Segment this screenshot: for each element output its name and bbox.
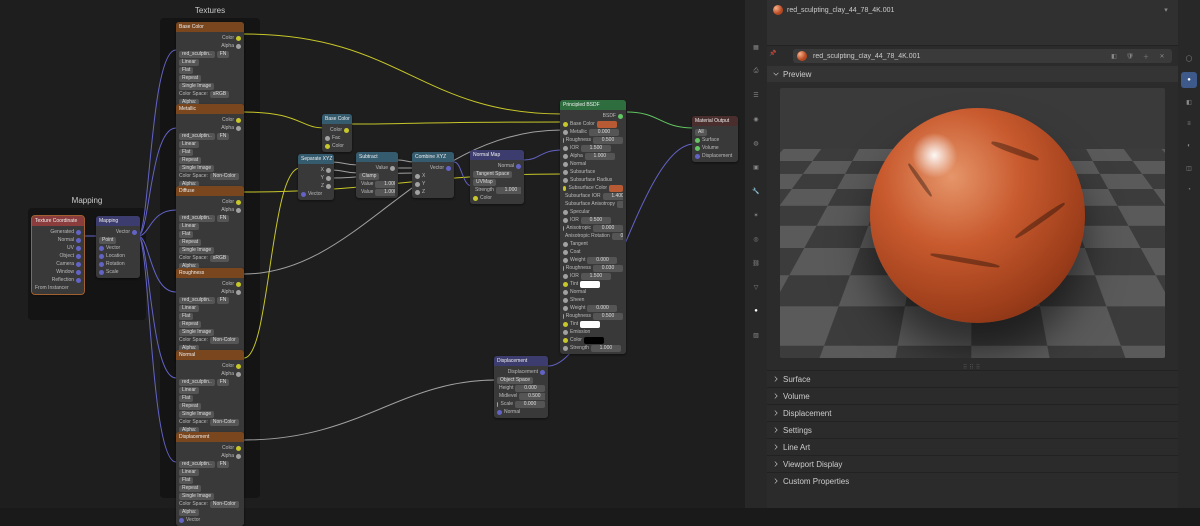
preview-hair-icon[interactable]: ≡ — [1181, 116, 1197, 132]
bsdf-input[interactable]: Metallic0.000 — [563, 128, 623, 136]
material-slot-name: red_sculpting_clay_44_78_4K.001 — [787, 7, 894, 14]
section-surface[interactable]: Surface — [767, 370, 1178, 387]
material-name-row: ◧ 🛡 ＋ ✕ — [793, 49, 1172, 63]
tab-data-icon[interactable]: ▽ — [749, 280, 763, 294]
bsdf-input[interactable]: Roughness0.030 — [563, 264, 623, 272]
bsdf-input[interactable]: Base Color — [563, 120, 623, 128]
bsdf-input[interactable]: Subsurface IOR1.400 — [563, 192, 623, 200]
material-slot[interactable]: red_sculpting_clay_44_78_4K.001 ▾ — [773, 4, 1172, 16]
tab-world-icon[interactable]: ◍ — [749, 136, 763, 150]
bsdf-input[interactable]: Weight0.000 — [563, 304, 623, 312]
material-preview — [767, 82, 1178, 364]
node-separate-xyz[interactable]: Separate XYZ X Y Z Vector — [298, 154, 334, 200]
material-preview-icon — [797, 51, 807, 61]
bsdf-input[interactable]: Normal — [563, 160, 623, 168]
preview-label: Preview — [783, 70, 811, 79]
bsdf-input[interactable]: Normal — [563, 288, 623, 296]
node-header[interactable]: Texture Coordinate — [32, 216, 84, 226]
fakeuser-icon[interactable]: 🛡 — [1124, 50, 1136, 62]
node-normal-map[interactable]: Normal Map Normal Tangent Space UVMap St… — [470, 150, 524, 204]
bsdf-input[interactable]: Anisotropic Rotation0.000 — [563, 232, 623, 240]
preview-shaderball-icon[interactable]: ◐ — [1181, 138, 1197, 154]
section-custom-properties[interactable]: Custom Properties — [767, 472, 1178, 489]
material-properties: red_sculpting_clay_44_78_4K.001 ▾ 📌 ◧ 🛡 … — [767, 0, 1178, 508]
bsdf-input[interactable]: Weight0.000 — [563, 256, 623, 264]
node-editor[interactable]: Mapping Textures — [0, 0, 745, 508]
tab-material-icon[interactable]: ● — [749, 304, 763, 318]
section-volume[interactable]: Volume — [767, 387, 1178, 404]
bsdf-input[interactable]: Tangent — [563, 240, 623, 248]
chevron-down-icon — [773, 71, 779, 77]
bsdf-input[interactable]: Subsurface — [563, 168, 623, 176]
preview-viewport[interactable] — [780, 88, 1165, 358]
tab-constraints-icon[interactable]: ⛓ — [749, 256, 763, 270]
tab-render-icon[interactable]: ▦ — [749, 40, 763, 54]
node-material-output[interactable]: Material Output All Surface Volume Displ… — [692, 116, 738, 162]
preview-sphere — [870, 108, 1085, 323]
preview-fluid-icon[interactable]: ◔ — [1181, 182, 1197, 198]
bsdf-input[interactable]: Emission — [563, 328, 623, 336]
node-subtract[interactable]: Subtract Value Clamp Value1.000 Value1.0… — [356, 152, 398, 198]
tab-texture-icon[interactable]: ▨ — [749, 328, 763, 342]
node-texture-coordinate[interactable]: Texture Coordinate Generated Normal UV O… — [32, 216, 84, 294]
bsdf-input[interactable]: Color — [563, 336, 623, 344]
bsdf-input[interactable]: Alpha1.000 — [563, 152, 623, 160]
section-displacement[interactable]: Displacement — [767, 404, 1178, 421]
bsdf-input[interactable]: Tint — [563, 320, 623, 328]
preview-sphere-icon[interactable]: ● — [1181, 72, 1197, 88]
tab-viewlayer-icon[interactable]: ☰ — [749, 88, 763, 102]
node-tex-basecolor[interactable]: Base Color Color Alpha red_sculptin..FN … — [176, 22, 244, 116]
bsdf-input[interactable]: Roughness0.500 — [563, 312, 623, 320]
bsdf-input[interactable]: IOR0.500 — [563, 216, 623, 224]
node-principled-bsdf[interactable]: Principled BSDF BSDF Base ColorMetallic0… — [560, 100, 626, 354]
preview-type-column: ◯ ● ◧ ≡ ◐ ◫ ◔ — [1178, 0, 1200, 508]
node-combine-xyz[interactable]: Combine XYZ Vector X Y Z — [412, 152, 454, 198]
section-settings[interactable]: Settings — [767, 421, 1178, 438]
tab-modifier-icon[interactable]: 🔧 — [749, 184, 763, 198]
bsdf-input[interactable]: Specular — [563, 208, 623, 216]
material-name-input[interactable] — [811, 52, 1104, 61]
preview-cloth-icon[interactable]: ◫ — [1181, 160, 1197, 176]
section-line-art[interactable]: Line Art — [767, 438, 1178, 455]
preview-panel-header[interactable]: Preview — [767, 66, 1178, 82]
properties-panel: ▦ ⎙ ☰ ◉ ◍ ▣ 🔧 ✶ ◎ ⛓ ▽ ● ▨ red_sculpting_… — [745, 0, 1200, 508]
bsdf-input[interactable]: Subsurface Radius — [563, 176, 623, 184]
material-slot-preview-icon — [773, 5, 783, 15]
bsdf-input[interactable]: Tint — [563, 280, 623, 288]
bsdf-input[interactable]: Strength1.000 — [563, 344, 623, 352]
bsdf-input[interactable]: Subsurface Color — [563, 184, 623, 192]
bsdf-input[interactable]: IOR1.500 — [563, 272, 623, 280]
bsdf-input[interactable]: Coat — [563, 248, 623, 256]
frame-label: Mapping — [28, 196, 146, 205]
tab-scene-icon[interactable]: ◉ — [749, 112, 763, 126]
bsdf-input[interactable]: Roughness0.500 — [563, 136, 623, 144]
bsdf-input[interactable]: Sheen — [563, 296, 623, 304]
node-displacement[interactable]: Displacement Displacement Object Space H… — [494, 356, 548, 418]
properties-tab-column: ▦ ⎙ ☰ ◉ ◍ ▣ 🔧 ✶ ◎ ⛓ ▽ ● ▨ — [745, 0, 767, 508]
bsdf-input[interactable]: IOR1.500 — [563, 144, 623, 152]
pin-icon[interactable]: 📌 — [769, 50, 783, 64]
node-header[interactable]: Mapping — [96, 216, 140, 226]
node-tex-displacement[interactable]: Displacement Color Alpha red_sculptin..F… — [176, 432, 244, 526]
node-toggle-icon[interactable]: ◧ — [1108, 50, 1120, 62]
unlink-icon[interactable]: ✕ — [1156, 50, 1168, 62]
tab-output-icon[interactable]: ⎙ — [749, 64, 763, 78]
tab-object-icon[interactable]: ▣ — [749, 160, 763, 174]
section-viewport-display[interactable]: Viewport Display — [767, 455, 1178, 472]
bsdf-input[interactable]: Anisotropic0.000 — [563, 224, 623, 232]
preview-flat-icon[interactable]: ◯ — [1181, 50, 1197, 66]
frame-label: Textures — [160, 6, 260, 15]
bsdf-input[interactable]: Subsurface Anisotropy0.000 — [563, 200, 623, 208]
preview-cube-icon[interactable]: ◧ — [1181, 94, 1197, 110]
new-material-icon[interactable]: ＋ — [1140, 50, 1152, 62]
node-tex-metallic[interactable]: Metallic Color Alpha red_sculptin..FN Li… — [176, 104, 244, 198]
dropdown-icon[interactable]: ▾ — [1160, 4, 1172, 16]
node-tex-roughness[interactable]: Roughness Color Alpha red_sculptin..FN L… — [176, 268, 244, 362]
node-basecolor-mix[interactable]: Base Color Color Fac Color — [322, 114, 352, 152]
node-tex-diffuse[interactable]: Diffuse Color Alpha red_sculptin..FN Lin… — [176, 186, 244, 280]
node-tex-normal[interactable]: Normal Color Alpha red_sculptin..FN Line… — [176, 350, 244, 444]
node-mapping[interactable]: Mapping Vector Point Vector Location Rot… — [96, 216, 140, 278]
tab-particles-icon[interactable]: ✶ — [749, 208, 763, 222]
tab-physics-icon[interactable]: ◎ — [749, 232, 763, 246]
